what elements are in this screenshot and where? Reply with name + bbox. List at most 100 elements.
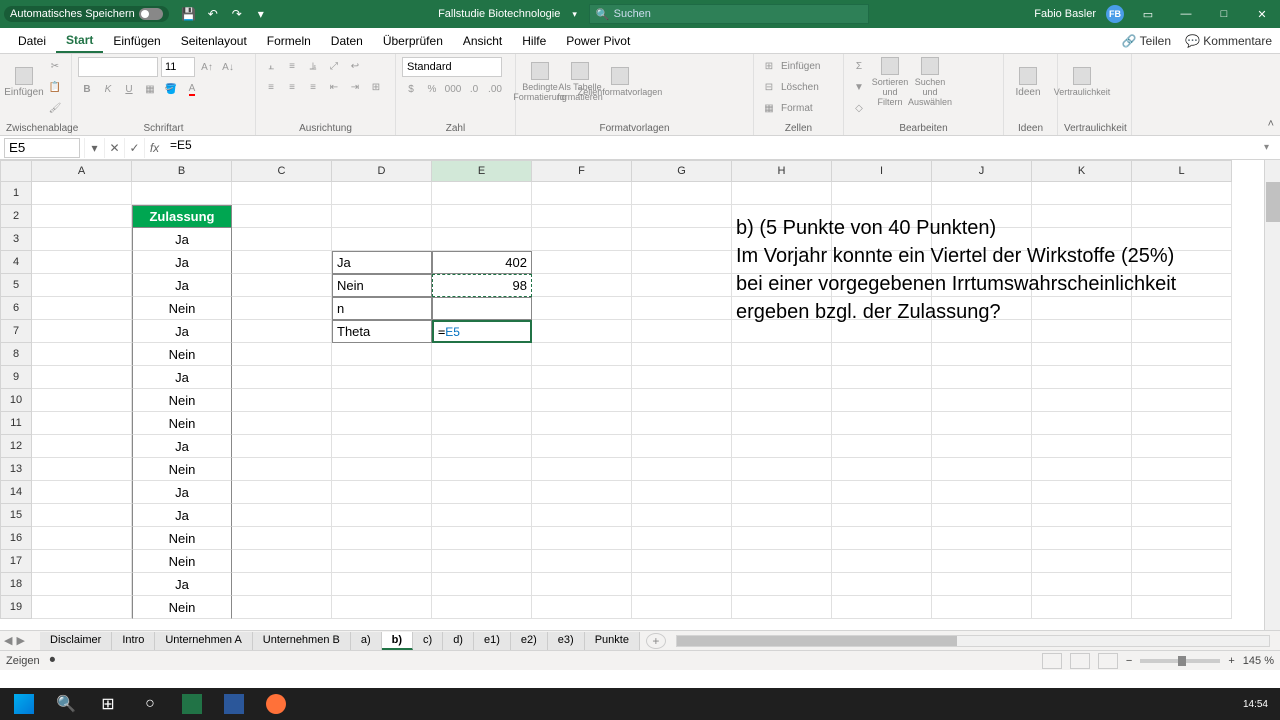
cell-D8[interactable] [332,343,432,366]
cell-J16[interactable] [932,527,1032,550]
cell-K17[interactable] [1032,550,1132,573]
cell-B13[interactable]: Nein [132,458,232,481]
column-header-C[interactable]: C [232,160,332,182]
cell-C3[interactable] [232,228,332,251]
tab-datei[interactable]: Datei [8,30,56,52]
accept-formula-icon[interactable]: ✓ [124,138,144,158]
comma-icon[interactable]: 000 [444,80,462,98]
cell-E16[interactable] [432,527,532,550]
cell-A9[interactable] [32,366,132,389]
toggle-switch[interactable] [139,8,163,20]
cell-L14[interactable] [1132,481,1232,504]
cell-F7[interactable] [532,320,632,343]
excel-taskbar-icon[interactable] [172,690,212,718]
cell-A12[interactable] [32,435,132,458]
cell-I9[interactable] [832,366,932,389]
cell-F8[interactable] [532,343,632,366]
align-right-icon[interactable]: ≡ [304,78,322,96]
sort-filter-button[interactable]: Sortieren und Filtern [872,57,908,107]
cell-D2[interactable] [332,205,432,228]
cell-C2[interactable] [232,205,332,228]
cell-I12[interactable] [832,435,932,458]
cell-K8[interactable] [1032,343,1132,366]
cell-B14[interactable]: Ja [132,481,232,504]
increase-font-icon[interactable]: A↑ [198,58,216,76]
cell-L8[interactable] [1132,343,1232,366]
zoom-out-icon[interactable]: − [1126,655,1132,667]
row-header-4[interactable]: 4 [0,251,32,274]
cell-I18[interactable] [832,573,932,596]
cell-D18[interactable] [332,573,432,596]
cell-G4[interactable] [632,251,732,274]
cell-E8[interactable] [432,343,532,366]
cell-F16[interactable] [532,527,632,550]
cell-B16[interactable]: Nein [132,527,232,550]
user-name[interactable]: Fabio Basler [1034,8,1096,20]
column-header-D[interactable]: D [332,160,432,182]
cell-A11[interactable] [32,412,132,435]
row-header-12[interactable]: 12 [0,435,32,458]
tab-powerpivot[interactable]: Power Pivot [556,30,640,52]
inc-decimal-icon[interactable]: .0 [465,80,483,98]
select-all-corner[interactable] [0,160,32,182]
cell-C13[interactable] [232,458,332,481]
cell-A5[interactable] [32,274,132,297]
ideas-button[interactable]: Ideen [1010,57,1046,107]
row-header-7[interactable]: 7 [0,320,32,343]
row-header-11[interactable]: 11 [0,412,32,435]
cell-B18[interactable]: Ja [132,573,232,596]
tab-seitenlayout[interactable]: Seitenlayout [171,30,257,52]
indent-dec-icon[interactable]: ⇤ [325,78,343,96]
cell-G17[interactable] [632,550,732,573]
maximize-button[interactable]: □ [1210,3,1238,25]
dropdown-icon[interactable]: ▾ [572,9,577,20]
cell-A14[interactable] [32,481,132,504]
cell-J17[interactable] [932,550,1032,573]
cell-L13[interactable] [1132,458,1232,481]
cell-L1[interactable] [1132,182,1232,205]
ribbon-mode-icon[interactable]: ▭ [1134,3,1162,25]
cell-D13[interactable] [332,458,432,481]
cell-G6[interactable] [632,297,732,320]
cell-L12[interactable] [1132,435,1232,458]
cell-L18[interactable] [1132,573,1232,596]
tab-ueberpruefen[interactable]: Überprüfen [373,30,453,52]
cell-J9[interactable] [932,366,1032,389]
cell-E9[interactable] [432,366,532,389]
cell-I15[interactable] [832,504,932,527]
cell-H1[interactable] [732,182,832,205]
zoom-level[interactable]: 145 % [1243,655,1274,667]
cell-D4[interactable]: Ja [332,251,432,274]
row-header-17[interactable]: 17 [0,550,32,573]
cell-B11[interactable]: Nein [132,412,232,435]
cell-F14[interactable] [532,481,632,504]
column-header-E[interactable]: E [432,160,532,182]
merge-icon[interactable]: ⊞ [367,78,385,96]
tab-start[interactable]: Start [56,29,103,53]
cell-C12[interactable] [232,435,332,458]
tab-einfuegen[interactable]: Einfügen [103,30,170,52]
cell-F12[interactable] [532,435,632,458]
cell-C5[interactable] [232,274,332,297]
cell-H19[interactable] [732,596,832,619]
sheet-tab-UnternehmenA[interactable]: Unternehmen A [155,632,252,650]
cell-G5[interactable] [632,274,732,297]
cell-L9[interactable] [1132,366,1232,389]
cell-K19[interactable] [1032,596,1132,619]
cell-B6[interactable]: Nein [132,297,232,320]
comments-button[interactable]: 💬 Kommentare [1185,34,1272,48]
cell-G8[interactable] [632,343,732,366]
cell-B4[interactable]: Ja [132,251,232,274]
autosave-toggle[interactable]: Automatisches Speichern [4,6,169,22]
cell-F5[interactable] [532,274,632,297]
cell-K14[interactable] [1032,481,1132,504]
row-header-14[interactable]: 14 [0,481,32,504]
zoom-slider[interactable] [1140,659,1220,663]
formula-input[interactable]: =E5 [164,138,1264,158]
cell-H10[interactable] [732,389,832,412]
fill-color-icon[interactable]: 🪣 [162,80,180,98]
cell-G16[interactable] [632,527,732,550]
cell-D10[interactable] [332,389,432,412]
cell-A6[interactable] [32,297,132,320]
cell-C4[interactable] [232,251,332,274]
